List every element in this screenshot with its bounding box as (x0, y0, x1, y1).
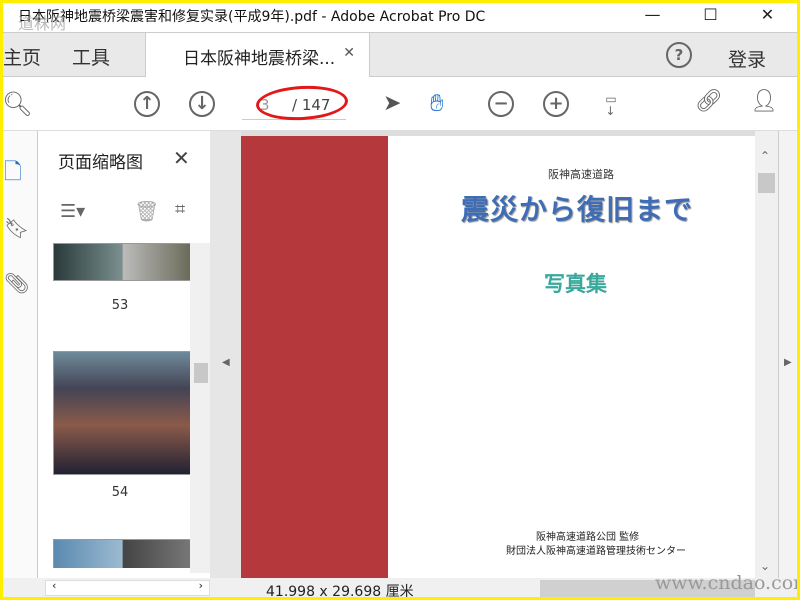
zoom-out-icon[interactable]: − (488, 91, 514, 117)
page-size-readout: 41.998 x 29.698 厘米 (266, 584, 414, 600)
share-link-icon[interactable]: 🔗︎ (695, 89, 723, 114)
thumbnail-55[interactable] (53, 539, 190, 568)
collapse-left-icon[interactable]: ◀ (222, 357, 230, 368)
login-button[interactable]: 登录 (728, 45, 766, 72)
tab-document-label: 日本阪神地震桥梁... (183, 49, 336, 69)
window-title: 日本阪神地震桥梁震害和修复实录(平成9年).pdf - Adobe Acroba… (18, 9, 486, 25)
scroll-thumb[interactable] (758, 173, 775, 193)
tab-home[interactable]: 主页 (3, 43, 41, 70)
thumbnail-scrollbar[interactable] (190, 243, 210, 573)
close-button[interactable]: ✕ (745, 0, 790, 28)
document-title: 震災から復旧まで (461, 193, 694, 226)
help-icon[interactable]: ? (666, 42, 692, 68)
credit-line-2: 財団法人阪神高速道路管理技術センター (506, 546, 686, 557)
right-panel-strip: ▶ (778, 131, 800, 578)
options-menu-icon[interactable]: ☰▾ (60, 201, 85, 222)
title-bar: 日本阪神地震桥梁震害和修复实录(平成9年).pdf - Adobe Acroba… (0, 0, 800, 33)
thumbnail-54[interactable] (53, 351, 190, 475)
tab-document[interactable]: 日本阪神地震桥梁... ✕ (145, 33, 370, 77)
thumbnail-label: 53 (111, 298, 129, 313)
close-tab-icon[interactable]: ✕ (343, 45, 355, 61)
status-bar: ‹ › 41.998 x 29.698 厘米 www.cndao.com (0, 572, 800, 600)
thumbnail-hscrollbar[interactable]: ‹ › (45, 579, 210, 596)
select-tool-icon[interactable]: ➤ (383, 91, 401, 116)
hand-tool-icon[interactable]: ✋︎ (430, 89, 444, 117)
thumbnail-53[interactable] (53, 243, 190, 281)
main-area: 🗋︎ 🔖︎ 📎︎ 页面缩略图 ✕ ☰▾ 🗑︎ ⌗ 53 54 ◀ 阪神高速道路 … (0, 131, 800, 578)
expand-right-icon[interactable]: ▶ (784, 357, 792, 368)
document-subtitle: 写真集 (544, 272, 607, 296)
previous-page-icon[interactable]: ↑ (134, 91, 160, 117)
maximize-button[interactable]: ☐ (688, 0, 733, 28)
tab-bar: 主页 工具 日本阪神地震桥梁... ✕ ? 登录 (0, 32, 800, 77)
scroll-mode-icon[interactable]: ▭ ↓ (597, 91, 625, 119)
scroll-down-icon[interactable]: ⌄ (760, 559, 770, 573)
tab-tools[interactable]: 工具 (72, 43, 110, 70)
publisher-line: 阪神高速道路 (548, 168, 614, 181)
add-user-icon[interactable]: 👤︎ (750, 89, 778, 114)
bookmarks-icon[interactable]: 🔖︎ (4, 216, 29, 240)
credit-line-1: 阪神高速道路公団 監修 (536, 532, 640, 543)
zoom-in-icon[interactable]: + (543, 91, 569, 117)
delete-icon[interactable]: 🗑︎ (134, 199, 159, 223)
thumbnail-label: 54 (111, 485, 129, 500)
scroll-up-icon[interactable]: ⌃ (760, 149, 770, 163)
search-icon[interactable]: 🔍︎ (2, 90, 32, 118)
minimize-button[interactable]: — (630, 0, 675, 28)
attachments-icon[interactable]: 📎︎ (4, 271, 29, 295)
crop-icon[interactable]: ⌗ (175, 199, 185, 220)
document-scrollbar[interactable]: ⌃ ⌄ (755, 131, 778, 578)
watermark-logo: 道秣网 (18, 14, 67, 33)
red-cover (241, 136, 388, 578)
page-thumbnails-icon[interactable]: 🗋︎ (4, 155, 22, 193)
panel-collapse-strip: ◀ (210, 131, 241, 578)
next-page-icon[interactable]: ↓ (189, 91, 215, 117)
thumbnail-list: 53 54 (50, 243, 190, 568)
panel-title: 页面缩略图 (58, 153, 143, 173)
toolbar: 🔍︎ ↑ ↓ ➤ ✋︎ − + ▭ ↓ 🔗︎ 👤︎ (0, 77, 800, 131)
pdf-page: 阪神高速道路 震災から復旧まで 写真集 阪神高速道路公団 監修 財団法人阪神高速… (241, 136, 755, 578)
left-rail: 🗋︎ 🔖︎ 📎︎ (0, 131, 38, 578)
site-watermark: www.cndao.com (655, 572, 800, 594)
close-panel-icon[interactable]: ✕ (173, 146, 190, 170)
thumbnail-panel: 页面缩略图 ✕ ☰▾ 🗑︎ ⌗ 53 54 (38, 131, 210, 578)
